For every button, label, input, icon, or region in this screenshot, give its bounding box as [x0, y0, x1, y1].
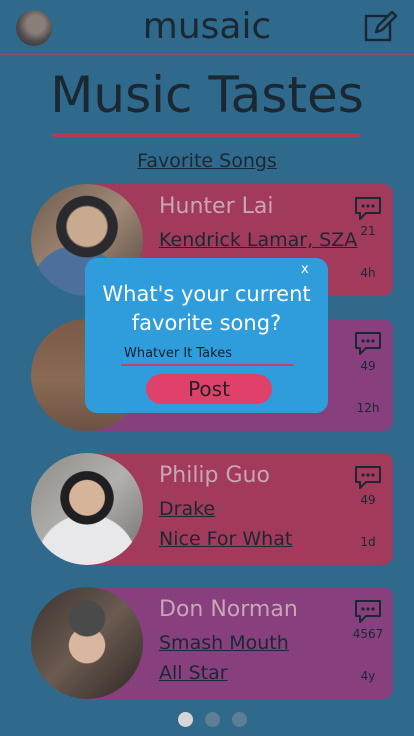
post-age: 4h — [360, 266, 376, 280]
user-photo — [31, 453, 143, 565]
post-age: 1d — [360, 535, 376, 549]
modal-question: What's your current favorite song? — [102, 282, 311, 335]
post-age: 4y — [360, 669, 376, 683]
comment-icon[interactable] — [354, 196, 382, 222]
user-photo — [31, 587, 143, 699]
user-name: Don Norman — [159, 597, 298, 622]
song-link[interactable]: All Star — [159, 662, 228, 684]
modal-close-button[interactable]: x — [301, 262, 309, 277]
comment-count: 21 — [360, 224, 376, 238]
artist-link[interactable]: Drake — [159, 498, 215, 520]
comment-count: 49 — [360, 359, 376, 373]
top-bar: musaic — [0, 0, 414, 55]
artist-link[interactable]: Kendrick Lamar, SZA — [159, 229, 357, 251]
song-input[interactable] — [121, 342, 294, 366]
song-link[interactable]: Nice For What — [159, 528, 292, 550]
user-name: Hunter Lai — [159, 194, 274, 219]
page-dot[interactable] — [232, 712, 247, 727]
app-title: musaic — [142, 6, 272, 47]
post-button[interactable]: Post — [146, 374, 272, 404]
page-dot[interactable] — [178, 712, 193, 727]
comment-count: 4567 — [352, 627, 384, 641]
comment-icon[interactable] — [354, 331, 382, 357]
user-name: Philip Guo — [159, 463, 270, 488]
edit-icon[interactable] — [364, 10, 398, 44]
comment-count: 49 — [360, 493, 376, 507]
title-divider — [52, 133, 360, 137]
comment-icon[interactable] — [354, 599, 382, 625]
post-age: 12h — [356, 401, 380, 415]
favorite-song-modal: x What's your current favorite song? Pos… — [85, 258, 328, 413]
artist-link[interactable]: Smash Mouth — [159, 632, 289, 654]
favorite-songs-link[interactable]: Favorite Songs — [0, 150, 414, 172]
comment-icon[interactable] — [354, 465, 382, 491]
page-dot[interactable] — [205, 712, 220, 727]
page-title: Music Tastes — [50, 66, 364, 124]
